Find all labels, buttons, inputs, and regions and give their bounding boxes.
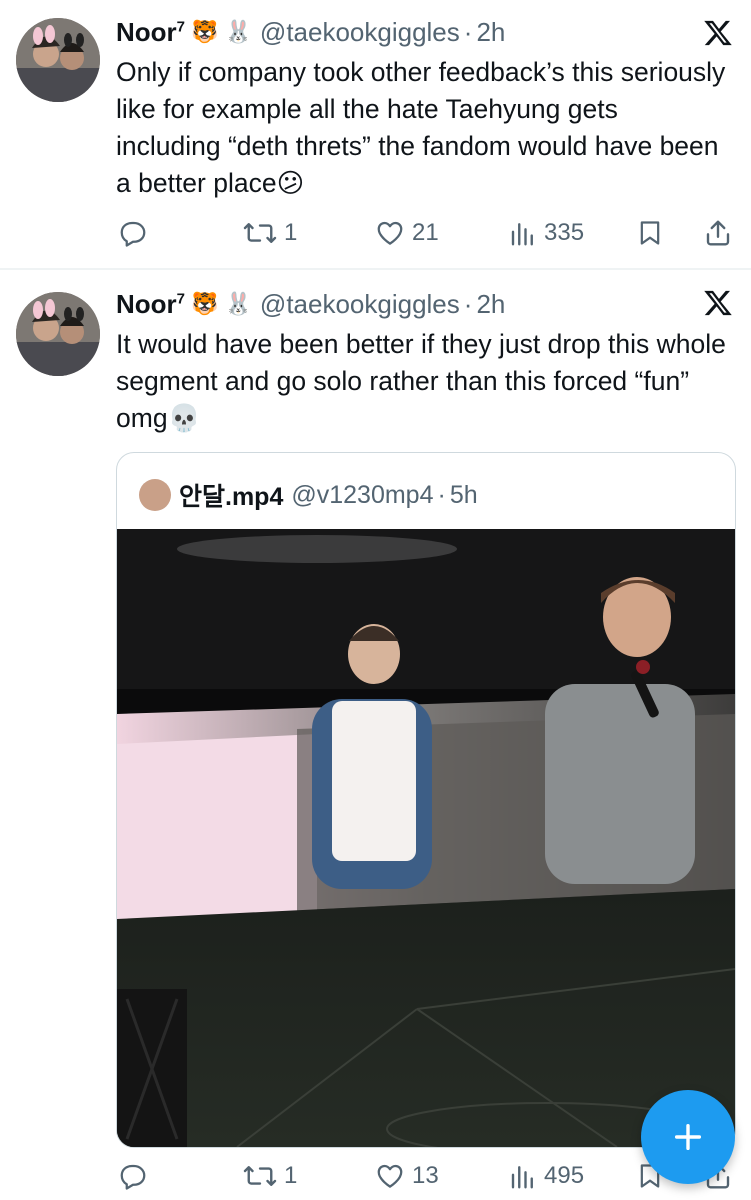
tweet-text: Only if company took other feedback’s th… (116, 57, 726, 198)
share-button[interactable] (703, 213, 733, 253)
quoted-author-handle[interactable]: @v1230mp4 (291, 481, 433, 510)
like-count: 13 (412, 1162, 439, 1189)
author-name[interactable]: Noor7 (116, 289, 185, 320)
avatar[interactable] (16, 292, 100, 376)
tweet-header: Noor7 🐯 🐰 @taekookgiggles · 2h (116, 14, 505, 50)
author-emojis: 🐯 🐰 (191, 291, 252, 316)
author-handle[interactable]: @taekookgiggles (260, 289, 460, 320)
tweet-text: It would have been better if they just d… (116, 329, 726, 433)
retweet-count: 1 (284, 219, 298, 246)
quoted-timestamp[interactable]: 5h (450, 481, 478, 510)
views-button[interactable]: 495 (508, 1156, 584, 1196)
like-count: 21 (412, 219, 439, 246)
bookmark-icon (640, 221, 660, 245)
separator: · (463, 288, 473, 319)
reply-icon (120, 1164, 146, 1190)
x-logo-icon[interactable] (703, 288, 733, 318)
quoted-video[interactable] (117, 529, 735, 1147)
views-count: 335 (544, 219, 585, 246)
author-handle[interactable]: @taekookgiggles (260, 17, 460, 48)
avatar[interactable] (16, 18, 100, 102)
heart-icon (377, 221, 403, 245)
author-name[interactable]: Noor7 (116, 17, 185, 48)
like-button[interactable]: 13 (374, 1156, 439, 1196)
quoted-avatar[interactable] (139, 479, 171, 511)
retweet-button[interactable]: 1 (242, 213, 297, 253)
retweet-count: 1 (284, 1162, 298, 1189)
views-count: 495 (544, 1162, 585, 1189)
retweet-icon (243, 223, 277, 243)
separator: · (437, 480, 446, 509)
plus-icon (674, 1123, 702, 1151)
separator: · (463, 16, 473, 47)
retweet-icon (243, 1166, 277, 1186)
compose-button[interactable] (641, 1090, 735, 1184)
tweet-header: Noor7 🐯 🐰 @taekookgiggles · 2h (116, 286, 505, 322)
timestamp[interactable]: 2h (476, 289, 505, 320)
quoted-tweet[interactable]: 안달.mp4 @v1230mp4 · 5h (116, 452, 736, 1148)
avatar-photo (16, 18, 100, 102)
quoted-tweet-header: 안달.mp4 @v1230mp4 · 5h (139, 475, 478, 515)
tweet-text-emoji: 💀 (167, 403, 201, 433)
avatar-photo (16, 292, 100, 376)
like-button[interactable]: 21 (374, 213, 439, 253)
tweet-actions: 1 21 335 (116, 213, 736, 253)
tweet-actions: 1 13 495 (116, 1156, 736, 1196)
reply-button[interactable] (118, 213, 154, 253)
bookmark-button[interactable] (636, 213, 664, 253)
video-frame (117, 529, 735, 1147)
heart-icon (377, 1164, 403, 1188)
quoted-author-name[interactable]: 안달.mp4 (179, 477, 283, 513)
timestamp[interactable]: 2h (476, 17, 505, 48)
views-icon (511, 1166, 533, 1189)
tweet-1[interactable]: Noor7 🐯 🐰 @taekookgiggles · 2h Only if c… (0, 0, 751, 270)
tweet-2[interactable]: Noor7 🐯 🐰 @taekookgiggles · 2h It would … (0, 270, 751, 1200)
retweet-button[interactable]: 1 (242, 1156, 297, 1196)
reply-button[interactable] (118, 1156, 154, 1196)
x-logo-icon[interactable] (703, 18, 733, 48)
author-emojis: 🐯 🐰 (191, 19, 252, 44)
reply-icon (120, 221, 146, 247)
tweet-text-emoji: 😕 (276, 168, 305, 198)
views-button[interactable]: 335 (508, 213, 584, 253)
views-icon (511, 223, 533, 246)
share-icon (706, 220, 730, 246)
